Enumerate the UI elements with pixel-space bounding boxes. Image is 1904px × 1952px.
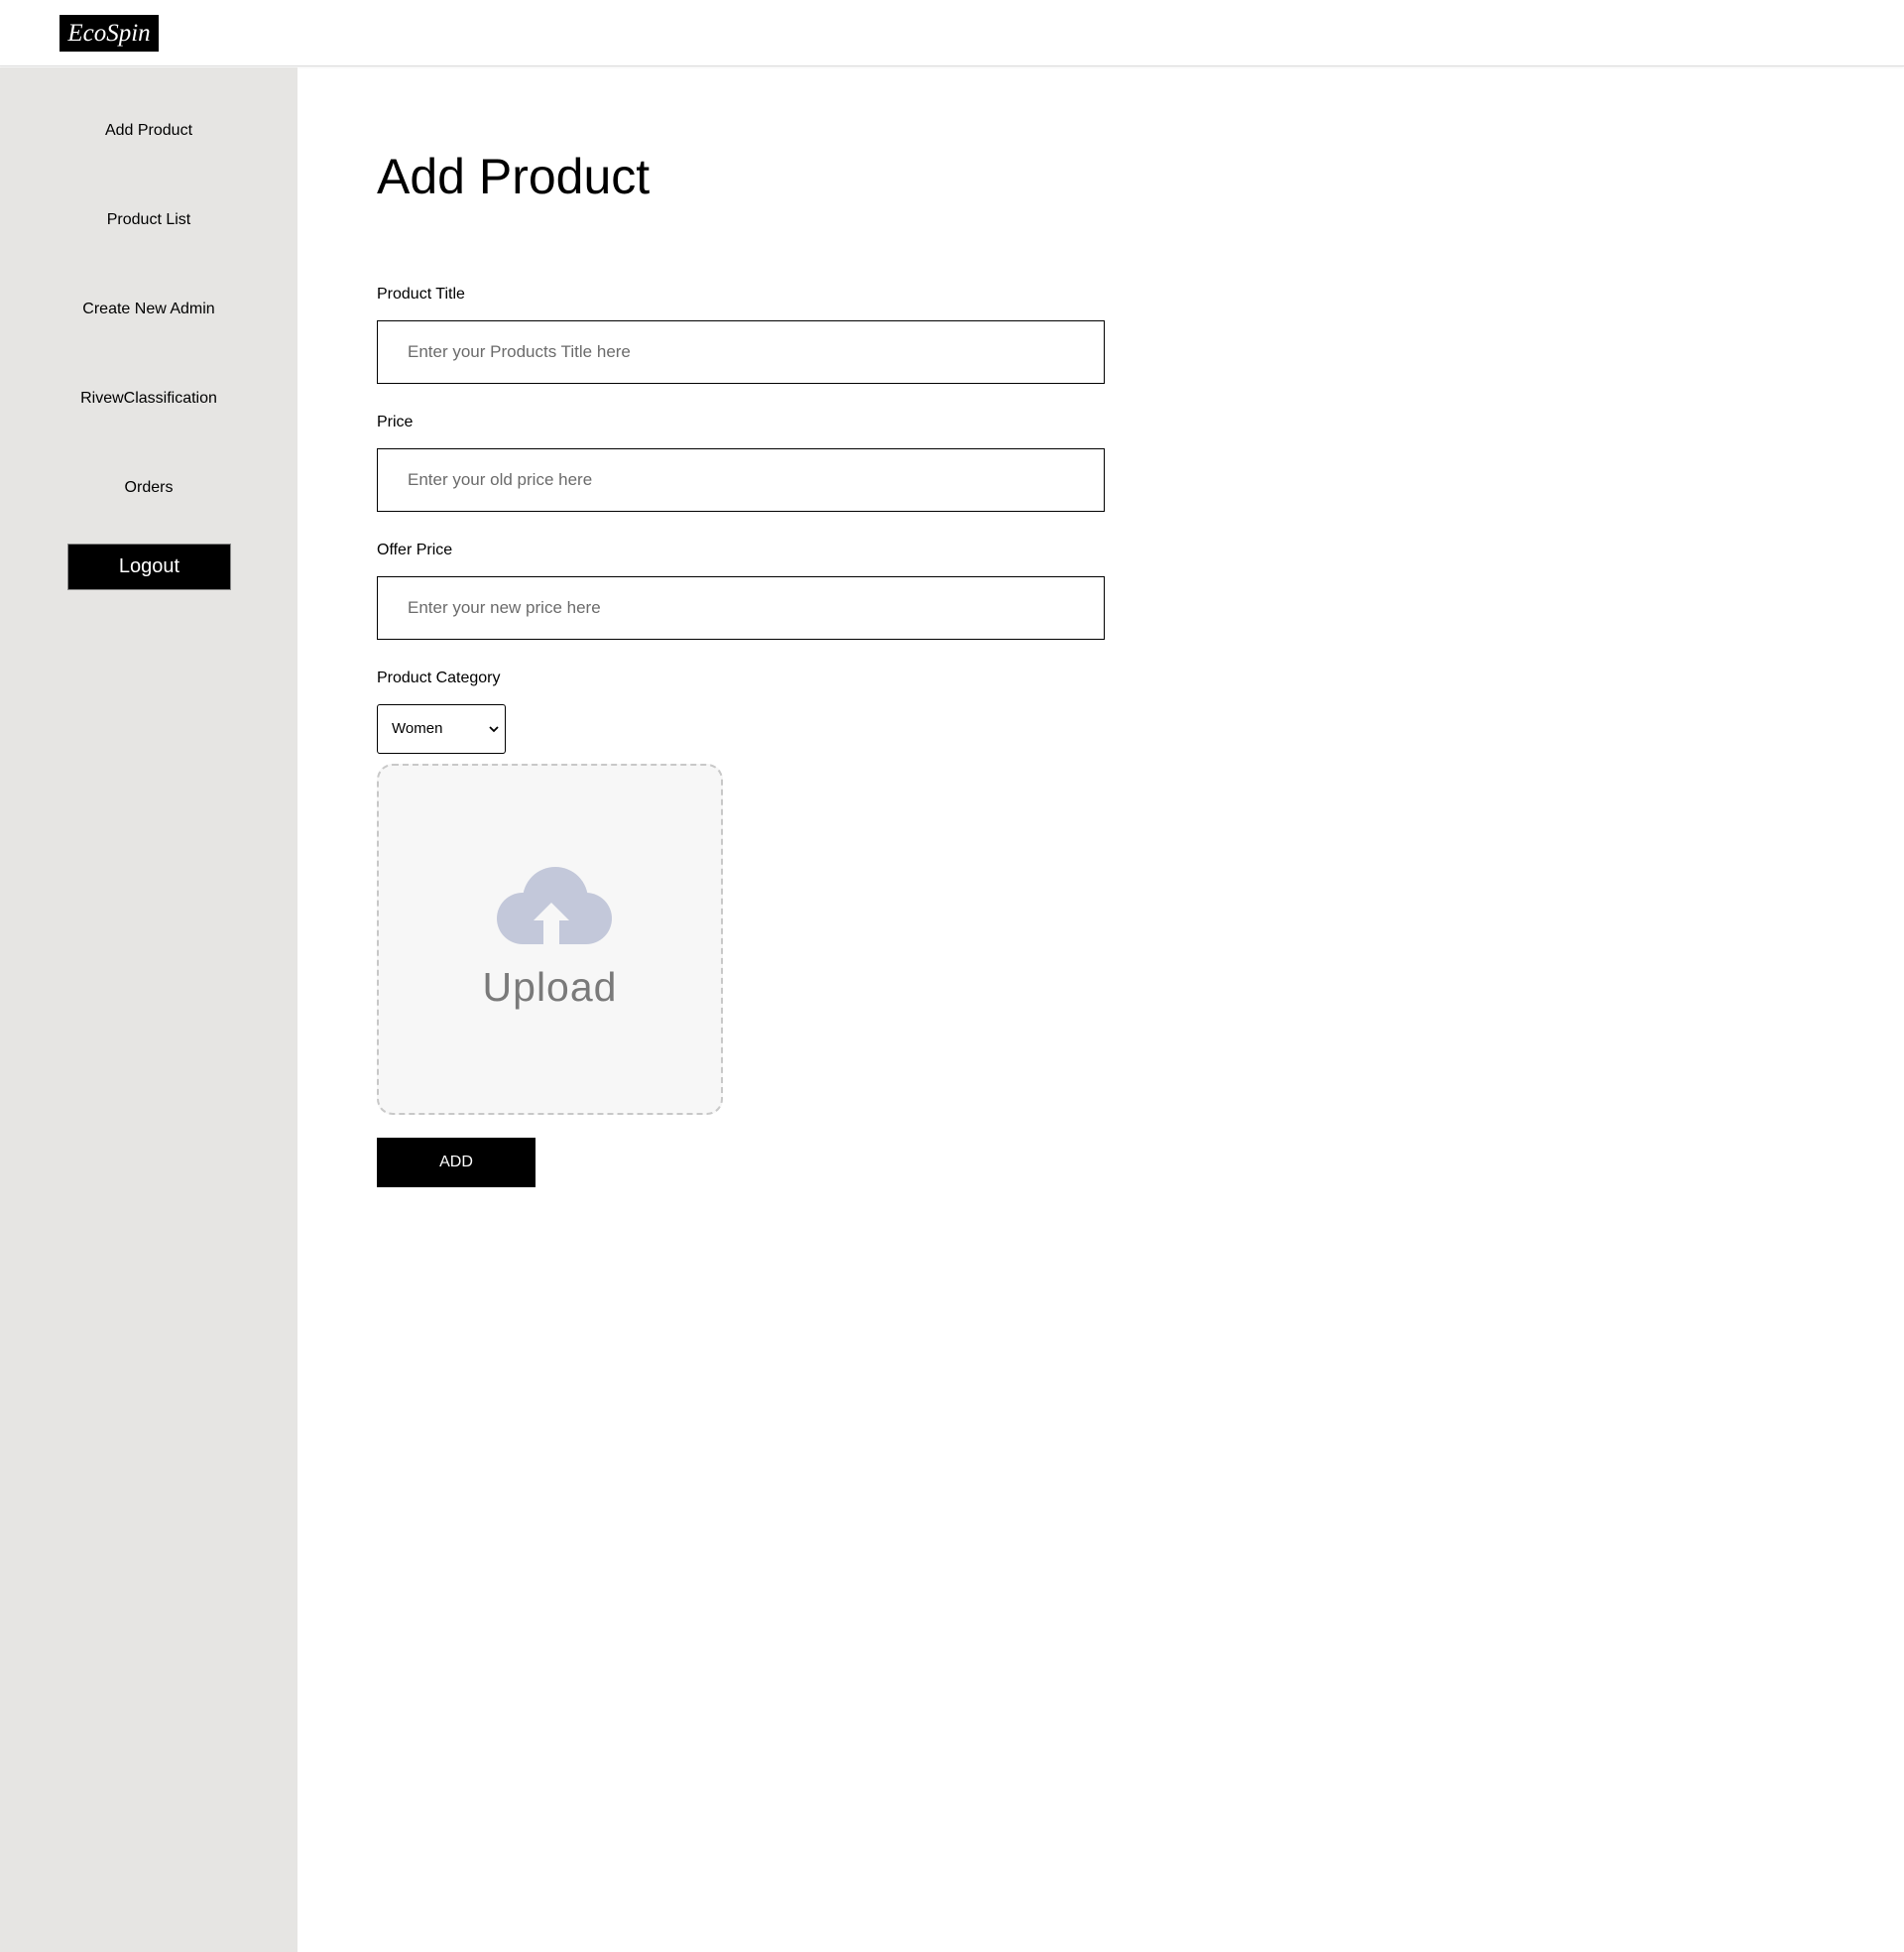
image-upload-area[interactable]: Upload <box>377 764 723 1115</box>
main-content: Add Product Product Title Price Offer Pr… <box>298 67 1904 1952</box>
top-bar: EcoSpin <box>0 0 1904 66</box>
sidebar-item-product-list[interactable]: Product List <box>0 200 298 240</box>
price-input[interactable] <box>377 448 1105 512</box>
logout-button[interactable]: Logout <box>67 544 231 590</box>
sidebar-item-create-new-admin[interactable]: Create New Admin <box>0 290 298 329</box>
sidebar-item-add-product[interactable]: Add Product <box>0 111 298 151</box>
sidebar: Add Product Product List Create New Admi… <box>0 67 298 1952</box>
page-title: Add Product <box>377 149 651 204</box>
offer-price-input[interactable] <box>377 576 1105 640</box>
offer-price-label: Offer Price <box>377 542 453 558</box>
brand-logo[interactable]: EcoSpin <box>60 15 159 52</box>
product-title-input[interactable] <box>377 320 1105 384</box>
product-title-label: Product Title <box>377 286 465 303</box>
cloud-upload-icon <box>497 867 612 944</box>
product-category-label: Product Category <box>377 670 501 686</box>
product-category-selected: Women <box>392 720 443 737</box>
product-category-select[interactable]: Women <box>377 704 506 754</box>
chevron-down-icon <box>489 726 499 733</box>
add-button[interactable]: ADD <box>377 1138 536 1187</box>
sidebar-item-review-classification[interactable]: RivewClassification <box>0 379 298 419</box>
upload-label: Upload <box>482 964 618 1010</box>
price-label: Price <box>377 414 414 430</box>
sidebar-item-orders[interactable]: Orders <box>0 468 298 508</box>
